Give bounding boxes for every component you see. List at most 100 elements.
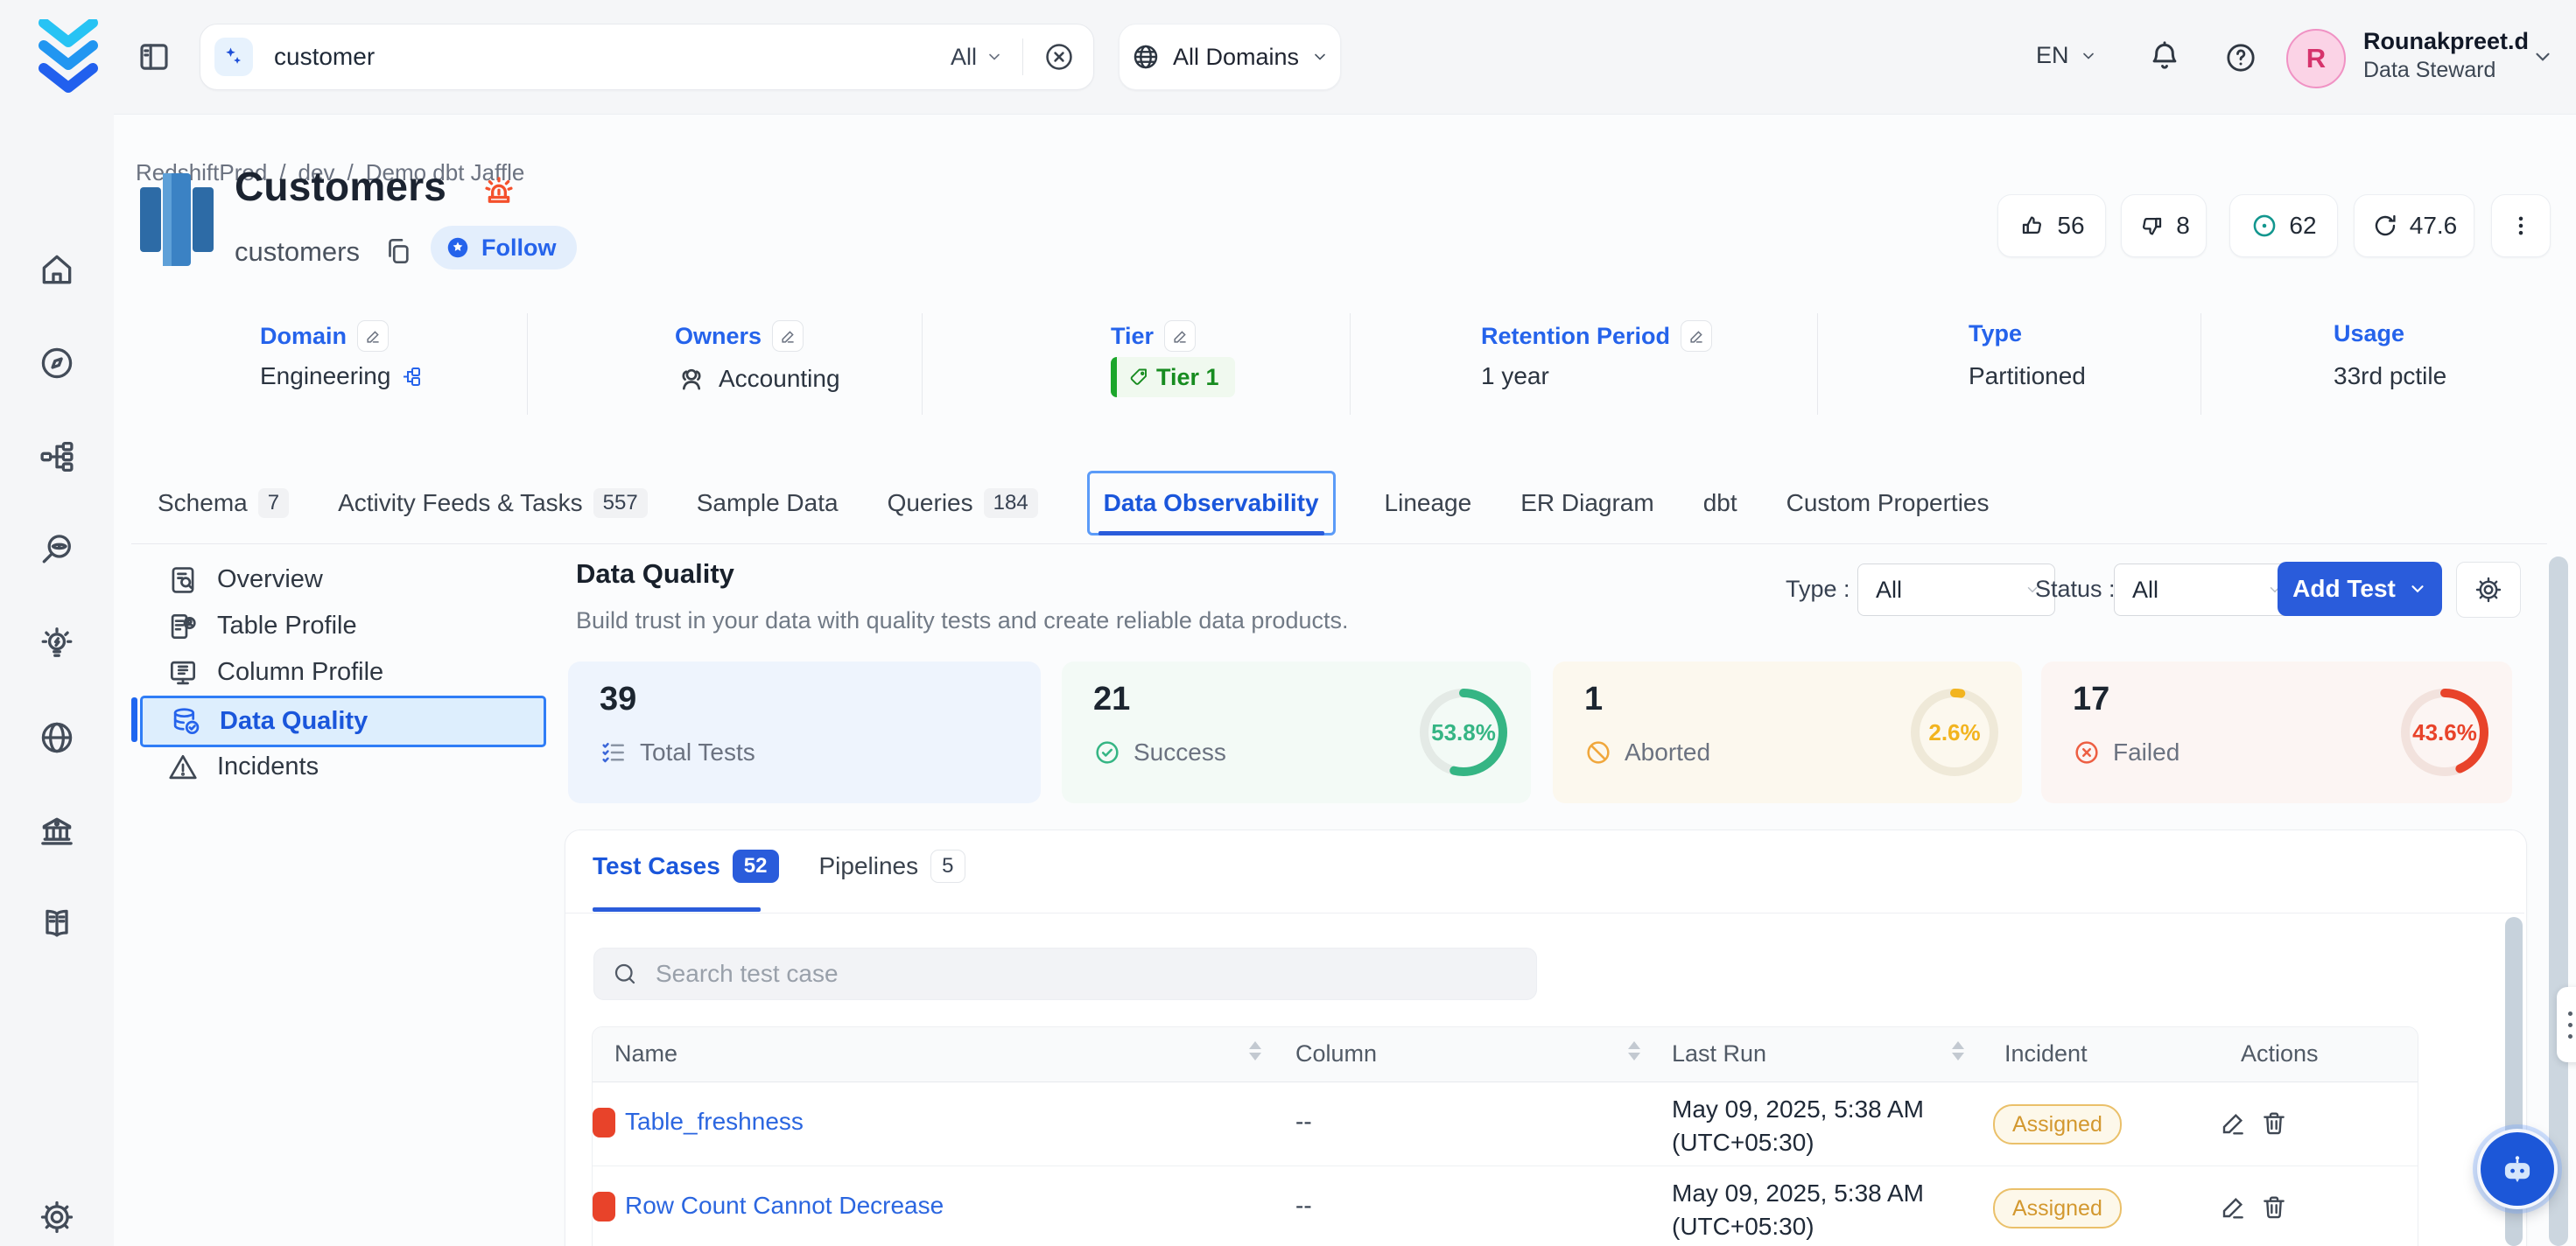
test-case-link[interactable]: Row Count Cannot Decrease [625,1192,944,1220]
subnav-incidents[interactable]: Incidents [140,744,541,790]
chevron-down-icon [2408,579,2427,598]
alert-siren-icon[interactable] [480,173,518,212]
views-button[interactable]: 62 [2229,194,2338,257]
top-bar: All All Domains EN R [0,0,2576,115]
test-case-link[interactable]: Table_freshness [625,1108,804,1136]
incident-status-badge[interactable]: Assigned [1993,1104,2122,1144]
edit-retention-button[interactable] [1681,320,1712,352]
sort-last-run-icon[interactable] [1952,1041,1964,1060]
search-scope-dropdown[interactable]: All [951,44,1003,71]
chat-assistant-button[interactable] [2477,1129,2558,1209]
tab-queries[interactable]: Queries184 [888,488,1038,518]
tab-activity-feeds[interactable]: Activity Feeds & Tasks557 [338,488,648,518]
settings-gear-icon[interactable] [38,1198,76,1236]
help-icon[interactable] [2223,40,2258,75]
status-filter-select[interactable]: All [2114,564,2298,616]
panel-toggle-icon[interactable] [136,38,172,75]
governance-bank-icon[interactable] [38,812,76,850]
tab-custom-properties[interactable]: Custom Properties [1786,489,1990,517]
aborted-label: Aborted [1625,738,1710,766]
delete-icon[interactable] [2260,1110,2288,1138]
subnav-table-profile[interactable]: Table Profile [140,603,541,649]
asset-tabs: Schema7 Activity Feeds & Tasks557 Sample… [158,462,1990,544]
tier-badge[interactable]: Tier 1 [1111,357,1235,397]
domain-value[interactable]: Engineering [260,362,422,390]
clear-search-icon[interactable] [1042,40,1076,74]
popularity-button[interactable]: 47.6 [2354,194,2474,257]
total-tests-label: Total Tests [640,738,755,766]
tab-schema[interactable]: Schema7 [158,488,289,518]
card-aborted: 1 Aborted 2.6% [1553,662,2022,803]
table-row: Table_freshness -- May 09, 2025, 5:38 AM… [593,1082,2418,1166]
type-filter-label: Type : [1786,576,1850,603]
owners-value[interactable]: Accounting [675,362,840,396]
slash-circle-icon [1584,738,1612,766]
delete-icon[interactable] [2260,1194,2288,1222]
edit-tier-button[interactable] [1164,320,1196,352]
follow-button[interactable]: Follow [431,226,577,270]
edit-icon[interactable] [2219,1110,2247,1138]
atlan-logo-icon[interactable] [37,19,100,94]
col-header-last-run[interactable]: Last Run [1672,1040,1766,1068]
tab-test-cases[interactable]: Test Cases 52 [593,850,779,883]
incident-status-badge[interactable]: Assigned [1993,1188,2122,1228]
card-success: 21 Success 53.8% [1062,662,1531,803]
status-filter-label: Status : [2035,576,2116,603]
notifications-bell-icon[interactable] [2146,38,2183,75]
type-filter-select[interactable]: All [1857,564,2055,616]
upvotes-count: 56 [2057,212,2084,240]
chevron-down-icon[interactable] [2531,46,2554,68]
col-header-name[interactable]: Name [614,1040,677,1068]
edit-owners-button[interactable] [772,320,804,352]
subnav-data-quality[interactable]: Data Quality [140,696,546,747]
status-indicator-failed [593,1192,615,1222]
all-domains-dropdown[interactable]: All Domains [1119,24,1341,90]
group-icon [675,362,708,396]
tab-er-diagram[interactable]: ER Diagram [1520,489,1653,517]
downvotes-button[interactable]: 8 [2121,194,2207,257]
subnav-overview[interactable]: Overview [140,556,541,603]
home-icon[interactable] [38,250,76,289]
tab-pipelines[interactable]: Pipelines 5 [819,850,965,883]
search-input[interactable] [272,42,951,72]
language-label: EN [2036,42,2069,69]
tab-dbt[interactable]: dbt [1703,489,1737,517]
glossary-book-icon[interactable] [38,904,76,942]
add-test-button[interactable]: Add Test [2278,562,2442,616]
workflows-icon[interactable] [38,438,76,476]
sort-column-icon[interactable] [1628,1041,1640,1060]
card-total-tests: 39 Total Tests [568,662,1041,803]
status-indicator-failed [593,1108,615,1138]
dq-settings-button[interactable] [2456,562,2521,618]
column-profile-icon [166,656,200,690]
more-actions-button[interactable] [2491,194,2551,257]
insights-bulb-icon[interactable] [38,625,76,663]
subnav-column-profile[interactable]: Column Profile [140,649,541,696]
thumbs-up-icon [2018,212,2046,240]
page-scrollbar[interactable] [2549,556,2568,1246]
global-search[interactable]: All [200,24,1094,90]
edit-domain-button[interactable] [357,320,389,352]
sort-name-icon[interactable] [1249,1041,1261,1060]
language-dropdown[interactable]: EN [2036,42,2097,69]
test-case-search[interactable] [593,948,1537,1000]
tab-data-observability[interactable]: Data Observability [1087,471,1336,536]
tab-lineage[interactable]: Lineage [1385,489,1472,517]
upvotes-button[interactable]: 56 [1997,194,2106,257]
col-header-column[interactable]: Column [1295,1040,1377,1068]
check-circle-icon [1093,738,1121,766]
domains-globe-icon[interactable] [38,718,76,757]
section-title: Data Quality [576,558,734,590]
tab-sample-data[interactable]: Sample Data [697,489,839,517]
compass-icon[interactable] [38,344,76,382]
total-tests-value: 39 [600,681,636,718]
side-panel-handle[interactable] [2557,987,2576,1062]
type-value: Partitioned [1969,362,2086,390]
active-tab-underline [593,907,761,912]
discover-search-icon[interactable] [38,531,76,570]
edit-icon[interactable] [2219,1194,2247,1222]
avatar[interactable]: R [2286,29,2346,88]
copy-icon[interactable] [382,234,415,268]
test-case-search-input[interactable] [654,959,1536,989]
user-menu[interactable]: Rounakpreet.d Data Steward [2363,26,2529,84]
